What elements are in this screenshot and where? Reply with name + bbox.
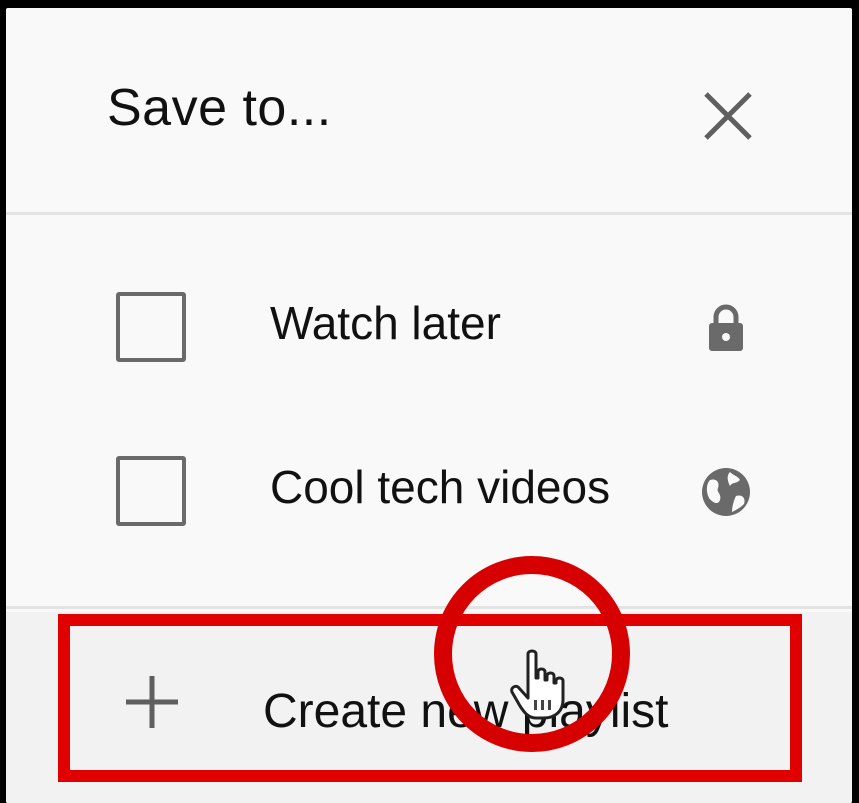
plus-icon (126, 676, 178, 728)
watch-later-checkbox[interactable] (116, 292, 186, 362)
playlist-item-watch-later[interactable]: Watch later (6, 266, 852, 396)
globe-icon (702, 468, 750, 516)
playlist-label: Watch later (270, 297, 501, 349)
cool-tech-videos-checkbox[interactable] (116, 456, 186, 526)
playlist-label: Cool tech videos (270, 461, 611, 513)
save-to-dialog: Save to... Watch later Cool tech videos (6, 8, 852, 803)
playlist-item-cool-tech-videos[interactable]: Cool tech videos (6, 430, 852, 560)
dialog-title: Save to... (107, 79, 332, 137)
close-icon (704, 92, 752, 140)
header-divider (6, 212, 852, 215)
dialog-header: Save to... (6, 8, 852, 214)
list-divider (6, 606, 852, 609)
lock-icon (709, 304, 743, 351)
video-frame: Save to... Watch later Cool tech videos (0, 0, 859, 803)
create-new-playlist-button[interactable]: Create new playlist (6, 612, 852, 803)
create-new-playlist-label: Create new playlist (263, 685, 669, 738)
close-button[interactable] (696, 84, 760, 148)
